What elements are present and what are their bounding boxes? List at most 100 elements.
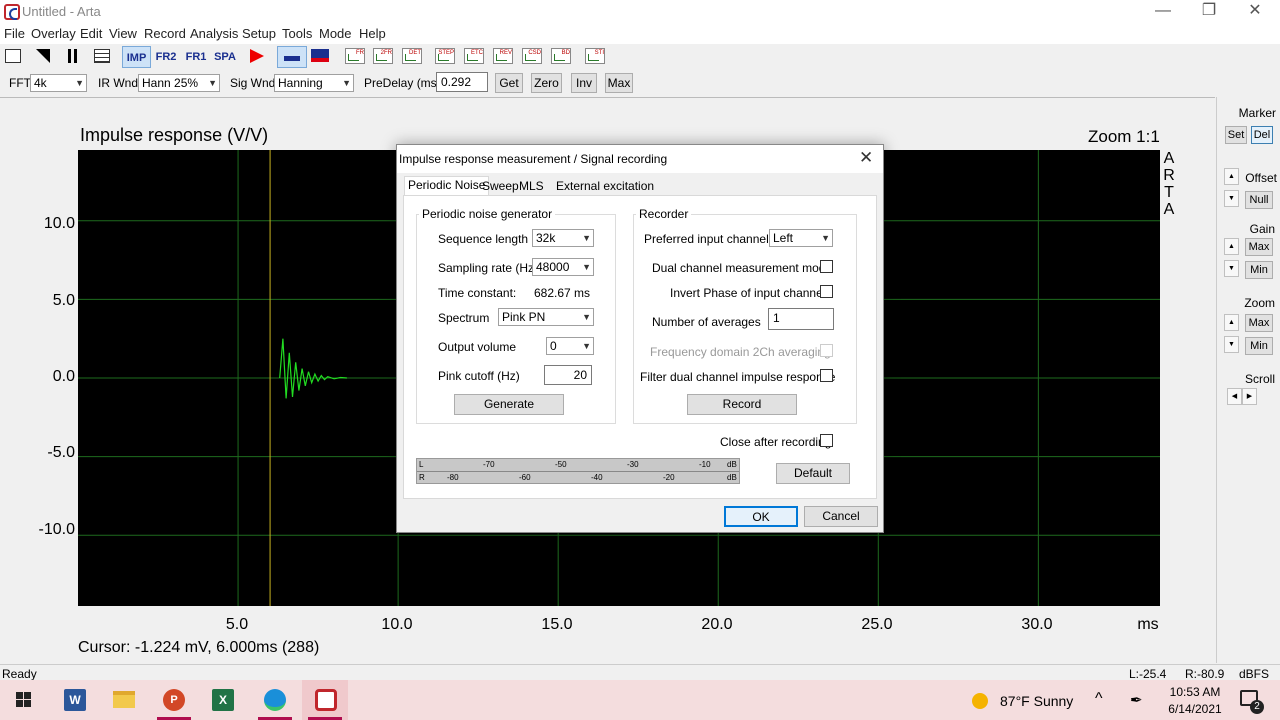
marker-del-button[interactable]: Del <box>1251 126 1273 144</box>
notification-count: 2 <box>1250 700 1264 714</box>
tab-external-excitation[interactable]: External excitation <box>553 178 657 196</box>
cancel-button[interactable]: Cancel <box>804 506 878 527</box>
scroll-label: Scroll <box>1244 372 1275 386</box>
menu-help[interactable]: Help <box>359 26 386 41</box>
gain-down-icon[interactable]: ▼ <box>1224 260 1239 277</box>
file-explorer-icon[interactable] <box>101 680 147 720</box>
zoom-up-icon[interactable]: ▲ <box>1224 314 1239 331</box>
menu-tools[interactable]: Tools <box>282 26 312 41</box>
menu-file[interactable]: File <box>4 26 25 41</box>
menu-record[interactable]: Record <box>144 26 186 41</box>
preferred-input-select[interactable]: Left ▼ <box>769 229 833 247</box>
sig-wnd-select[interactable]: Hanning ▼ <box>274 74 354 92</box>
fft-select[interactable]: 4k ▼ <box>30 74 87 92</box>
zero-button[interactable]: Zero <box>531 73 562 93</box>
brand-letter: T <box>1164 184 1174 201</box>
averages-input[interactable]: 1 <box>768 308 834 330</box>
det-icon[interactable]: DET <box>402 48 422 64</box>
excel-icon[interactable]: X <box>200 680 246 720</box>
ir-wnd-select[interactable]: Hann 25% ▼ <box>138 74 220 92</box>
menu-overlay[interactable]: Overlay <box>31 26 76 41</box>
word-icon[interactable]: W <box>52 680 98 720</box>
fr1-mode-button[interactable]: FR1 <box>182 46 210 68</box>
meter-bottom-tick: -20 <box>663 473 675 482</box>
bd-icon[interactable]: BD <box>551 48 571 64</box>
analysis-toolbar: FFT 4k ▼ IR Wnd Hann 25% ▼ Sig Wnd Hanning… <box>0 70 1280 96</box>
max-button[interactable]: Max <box>605 73 633 93</box>
get-button[interactable]: Get <box>495 73 523 93</box>
new-file-icon[interactable] <box>5 49 21 63</box>
offset-up-icon[interactable]: ▲ <box>1224 168 1239 185</box>
zoom-down-icon[interactable]: ▼ <box>1224 336 1239 353</box>
marker-set-button[interactable]: Set <box>1225 126 1247 144</box>
scroll-right-icon[interactable]: ▶ <box>1242 388 1257 405</box>
chevron-down-icon: ▼ <box>582 312 591 322</box>
null-button[interactable]: Null <box>1245 191 1273 209</box>
tab-periodic-noise[interactable]: Periodic Noise <box>404 176 490 196</box>
x-tick-label: 10.0 <box>381 616 413 633</box>
2fr-icon[interactable]: 2FR <box>373 48 393 64</box>
powerpoint-icon[interactable]: P <box>151 680 197 720</box>
minimize-button[interactable]: — <box>1140 0 1186 24</box>
sti-icon[interactable]: STI <box>585 48 605 64</box>
generate-button[interactable]: Generate <box>454 394 564 415</box>
gain-max-button[interactable]: Max <box>1245 238 1273 256</box>
close-after-checkbox[interactable] <box>820 434 833 447</box>
default-button[interactable]: Default <box>776 463 850 484</box>
inv-button[interactable]: Inv <box>571 73 597 93</box>
zoom-min-button[interactable]: Min <box>1245 337 1273 355</box>
output-volume-select[interactable]: 0 ▼ <box>546 337 594 355</box>
predelay-input[interactable]: 0.292 <box>436 72 488 92</box>
fft-value: 4k <box>34 76 47 90</box>
filter-dual-checkbox[interactable] <box>820 369 833 382</box>
menu-bar: File Overlay Edit View Record Analysis S… <box>0 24 1280 44</box>
invert-phase-checkbox[interactable] <box>820 285 833 298</box>
step-icon[interactable]: STEP <box>435 48 455 64</box>
arta-taskbar-icon[interactable] <box>302 680 348 720</box>
clock-time[interactable]: 10:53 AM <box>1165 685 1225 699</box>
csd-icon[interactable]: CSD <box>522 48 542 64</box>
menu-view[interactable]: View <box>109 26 137 41</box>
meter-bottom-tick: -40 <box>591 473 603 482</box>
gain-up-icon[interactable]: ▲ <box>1224 238 1239 255</box>
menu-analysis[interactable]: Analysis <box>190 26 238 41</box>
offset-down-icon[interactable]: ▼ <box>1224 190 1239 207</box>
zoom-max-button[interactable]: Max <box>1245 314 1273 332</box>
play-icon[interactable] <box>250 49 264 63</box>
open-icon[interactable] <box>36 49 50 63</box>
edge-icon[interactable] <box>252 680 298 720</box>
imp-mode-button[interactable]: IMP <box>122 46 151 68</box>
left-level: L:-25.4 <box>1129 667 1167 681</box>
pink-cutoff-input[interactable]: 20 <box>544 365 592 385</box>
dialog-close-icon[interactable]: ✕ <box>859 148 873 168</box>
impulse-measure-icon[interactable] <box>277 46 307 68</box>
start-icon[interactable] <box>0 680 46 720</box>
dual-channel-checkbox[interactable] <box>820 260 833 273</box>
close-button[interactable]: ✕ <box>1232 0 1278 24</box>
clock-date[interactable]: 6/14/2021 <box>1162 702 1228 716</box>
gain-min-button[interactable]: Min <box>1245 261 1273 279</box>
tab-mls[interactable]: MLS <box>516 178 547 196</box>
fr-icon[interactable]: FR <box>345 48 365 64</box>
sequence-length-select[interactable]: 32k ▼ <box>532 229 594 247</box>
pause-icon[interactable] <box>68 49 71 63</box>
weather-text[interactable]: 87°F Sunny <box>1000 693 1073 709</box>
menu-edit[interactable]: Edit <box>80 26 102 41</box>
menu-mode[interactable]: Mode <box>319 26 352 41</box>
brand-letter: A <box>1163 150 1175 167</box>
etc-icon[interactable]: ETC <box>464 48 484 64</box>
fr2-mode-button[interactable]: FR2 <box>152 46 180 68</box>
spectrum-select[interactable]: Pink PN ▼ <box>498 308 594 326</box>
chevron-up-icon[interactable]: ^ <box>1095 690 1103 708</box>
table-icon[interactable] <box>94 49 110 63</box>
pen-icon[interactable]: ✒ <box>1130 691 1143 709</box>
scroll-left-icon[interactable]: ◀ <box>1227 388 1242 405</box>
sampling-rate-select[interactable]: 48000 ▼ <box>532 258 594 276</box>
rev-icon[interactable]: REV <box>493 48 513 64</box>
record-button[interactable]: Record <box>687 394 797 415</box>
spa-mode-button[interactable]: SPA <box>211 46 239 68</box>
ok-button[interactable]: OK <box>724 506 798 527</box>
restore-button[interactable]: ❐ <box>1186 0 1232 24</box>
record-device-icon[interactable] <box>311 49 329 62</box>
menu-setup[interactable]: Setup <box>242 26 276 41</box>
